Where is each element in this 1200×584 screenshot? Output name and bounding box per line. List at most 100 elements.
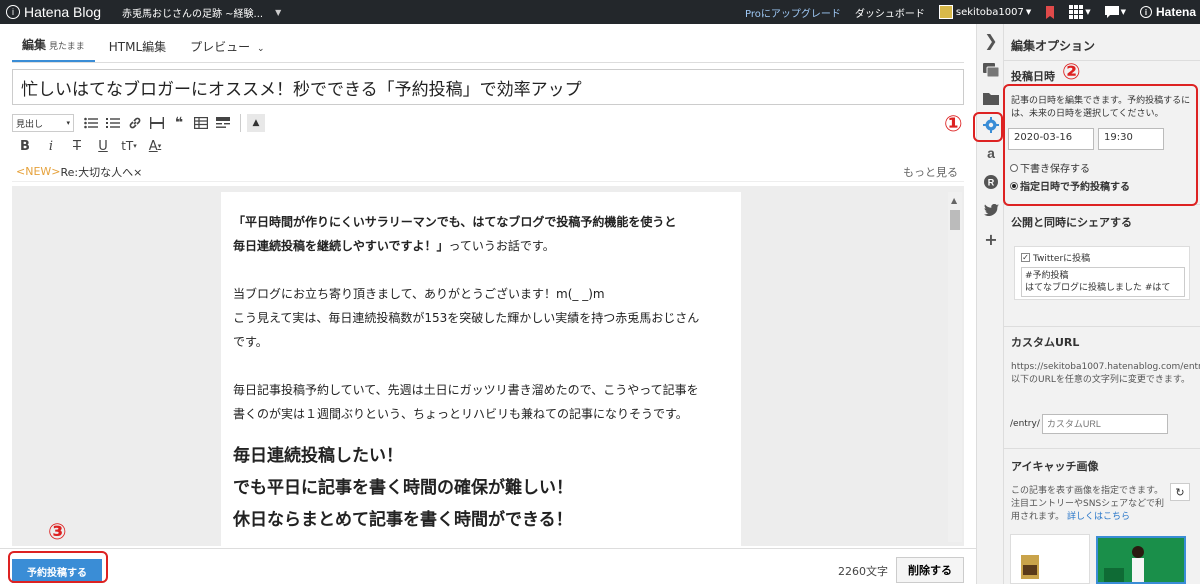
custom-url-row: /entry/ <box>1010 414 1168 434</box>
article-body-content[interactable]: 「平日時間が作りにくいサラリーマンでも、はてなブログで投稿予約機能を使うと 毎日… <box>221 192 741 546</box>
tab-divider <box>12 62 964 63</box>
bookmark-icon[interactable] <box>1045 5 1055 19</box>
twitter-icon[interactable] <box>981 200 1001 220</box>
hatena-logo-icon: i <box>6 5 20 19</box>
quote-icon[interactable]: ❝ <box>168 113 190 133</box>
body-heading: 毎日連続投稿したい！ <box>233 446 403 466</box>
annotation-number-3: ③ <box>48 520 67 545</box>
panel-title: 編集オプション <box>1011 39 1096 53</box>
eyecatch-heading: アイキャッチ画像 <box>1011 460 1099 473</box>
annotation-number-1: ① <box>944 112 963 137</box>
body-paragraph: 毎日記事投稿予約していて、先週は土日にガッツリ書き溜めたので、こうやって記事を … <box>233 378 729 426</box>
body-text: 毎日記事投稿予約していて、先週は土日にガッツリ書き溜めたので、こうやって記事を <box>233 383 699 397</box>
chevron-down-icon: ⌄ <box>257 44 265 54</box>
scrollbar-thumb[interactable] <box>950 210 960 230</box>
amazon-icon[interactable]: a <box>981 143 1001 163</box>
format-toolbar-bottom: B i T U tT ▾ A ▾ <box>12 136 168 156</box>
url-prefix: /entry/ <box>1010 419 1040 429</box>
delete-button[interactable]: 削除する <box>896 557 964 583</box>
horizontal-rule-icon[interactable] <box>146 113 168 133</box>
custom-url-description: https://sekitoba1007.hatenablog.com/entr… <box>1011 362 1200 385</box>
chevron-down-icon: ▼ <box>1025 8 1032 16</box>
new-badge: <NEW> <box>16 165 61 178</box>
plus-icon[interactable]: + <box>981 229 1001 249</box>
underline-icon[interactable]: U <box>90 136 116 156</box>
see-more-link[interactable]: もっと見る <box>903 164 958 180</box>
hatena-blog-logo[interactable]: i Hatena Blog <box>0 4 122 20</box>
twitter-post-checkbox[interactable]: ✓ Twitterに投稿 <box>1021 251 1090 264</box>
body-text: 書くのが実は１週間ぶりという、ちょっとリハビリも兼ねての記事になりそうです。 <box>233 407 688 421</box>
custom-url-input[interactable] <box>1041 414 1168 434</box>
checkbox-checked[interactable]: ✓ <box>1021 253 1030 262</box>
eyecatch-description: この記事を表す画像を指定できます。注目エントリーやSNSシェアなどで利用されます… <box>1011 485 1169 524</box>
body-text: 毎日連続投稿を継続しやすいですよ！」 <box>233 239 449 253</box>
svg-text:R: R <box>988 178 995 188</box>
twitter-share-box: ✓ Twitterに投稿 #予約投稿 はてなブログに投稿しました #はて <box>1014 246 1190 300</box>
pro-upgrade-link[interactable]: Proにアップグレード <box>745 5 841 20</box>
eyecatch-thumbnail-selected[interactable] <box>1096 536 1186 584</box>
link-icon[interactable] <box>124 113 146 133</box>
grid-menu-icon[interactable]: ▼ <box>1069 5 1091 19</box>
divider <box>1004 448 1200 449</box>
logo-text: Hatena Blog <box>24 4 102 20</box>
user-menu[interactable]: sekitoba1007 ▼ <box>938 5 1032 19</box>
editor-mode-tabs: 編集 見たまま HTML編集 プレビュー ⌄ <box>12 34 279 62</box>
scroll-up-icon[interactable]: ▲ <box>951 196 957 205</box>
body-text: こう見えて実は、毎日連続投稿数が153を突破した輝かしい実績を持つ赤兎馬おじさん <box>233 311 700 325</box>
hatena-logo-icon: i <box>1139 6 1152 18</box>
toolbar-divider <box>240 114 241 132</box>
sidebar-icon-rail: ❯ a R + <box>976 24 1004 584</box>
article-body-editor[interactable]: 「平日時間が作りにくいサラリーマンでも、はてなブログで投稿予約機能を使うと 毎日… <box>12 186 964 546</box>
rakuten-icon[interactable]: R <box>981 172 1001 192</box>
dashboard-link[interactable]: ダッシュボード <box>855 5 925 20</box>
related-article-link[interactable]: Re:大切な人へ× <box>61 164 143 180</box>
hatena-logo-link[interactable]: i Hatena <box>1139 5 1196 19</box>
heading-select-value: 見出し <box>16 119 44 130</box>
tweet-text-line: #予約投稿 <box>1025 271 1069 281</box>
body-text: っていうお話です。 <box>448 239 555 253</box>
text-color-icon[interactable]: A ▾ <box>142 136 168 156</box>
notification-icon[interactable]: ▼ <box>1104 6 1126 18</box>
tab-html-edit[interactable]: HTML編集 <box>99 38 176 62</box>
tab-sublabel: 見たまま <box>49 42 85 52</box>
italic-icon[interactable]: i <box>38 136 64 156</box>
preview-window-icon[interactable] <box>981 60 1001 80</box>
table-icon[interactable] <box>190 113 212 133</box>
blog-title-selector[interactable]: 赤兎馬おじさんの足跡 ~経験... <box>122 5 263 20</box>
body-heading: 休日ならまとめて記事を書く時間ができる！ <box>233 510 573 530</box>
font-size-icon[interactable]: tT ▾ <box>116 136 142 156</box>
editor-scrollbar[interactable]: ▲ <box>948 192 962 542</box>
article-title-input[interactable]: 忙しいはてなブロガーにオススメ！秒でできる「予約投稿」で効率アップ <box>12 69 964 105</box>
editor-footer: 予約投稿する 2260文字 削除する <box>0 548 976 584</box>
bullet-list-icon[interactable] <box>80 113 102 133</box>
bold-icon[interactable]: B <box>12 136 38 156</box>
body-text: 当ブログにお立ち寄り頂きまして、ありがとうございます！m(_ _)m <box>233 287 605 301</box>
numbered-list-icon[interactable] <box>102 113 124 133</box>
tab-label: 編集 <box>22 38 47 52</box>
chevron-right-icon[interactable]: ❯ <box>981 30 1001 50</box>
annotation-box-gear <box>973 112 1003 142</box>
eyecatch-thumbnail[interactable] <box>1010 534 1090 584</box>
checkbox-label: Twitterに投稿 <box>1033 254 1091 264</box>
folder-icon[interactable] <box>981 88 1001 108</box>
collapse-toolbar-button[interactable]: ▲ <box>247 114 265 132</box>
heading-select[interactable]: 見出し ▾ <box>12 114 74 132</box>
format-toolbar-top: 見出し ▾ ❝ ▲ <box>12 113 265 133</box>
character-count: 2260文字 <box>838 565 888 578</box>
tab-wysiwyg[interactable]: 編集 見たまま <box>12 36 95 62</box>
body-text: 「平日時間が作りにくいサラリーマンでも、はてなブログで投稿予約機能を使うと <box>233 215 677 229</box>
read-more-icon[interactable] <box>212 113 234 133</box>
divider <box>1004 60 1200 61</box>
tweet-text-input[interactable]: #予約投稿 はてなブログに投稿しました #はて <box>1021 267 1185 297</box>
body-paragraph: 「平日時間が作りにくいサラリーマンでも、はてなブログで投稿予約機能を使うと 毎日… <box>233 210 729 258</box>
body-paragraph: 当ブログにお立ち寄り頂きまして、ありがとうございます！m(_ _)m こう見えて… <box>233 282 729 354</box>
schedule-heading: 投稿日時 <box>1011 70 1055 83</box>
chevron-down-icon[interactable]: ▼ <box>275 8 281 17</box>
body-heading: でも平日に記事を書く時間の確保が難しい！ <box>233 478 573 498</box>
strikethrough-icon[interactable]: T <box>64 136 90 156</box>
refresh-icon[interactable]: ↻ <box>1170 483 1190 501</box>
eyecatch-help-link[interactable]: 詳しくはこちら <box>1067 512 1130 522</box>
avatar <box>938 5 953 19</box>
username: sekitoba1007 <box>955 6 1024 18</box>
tab-preview[interactable]: プレビュー ⌄ <box>180 38 274 62</box>
